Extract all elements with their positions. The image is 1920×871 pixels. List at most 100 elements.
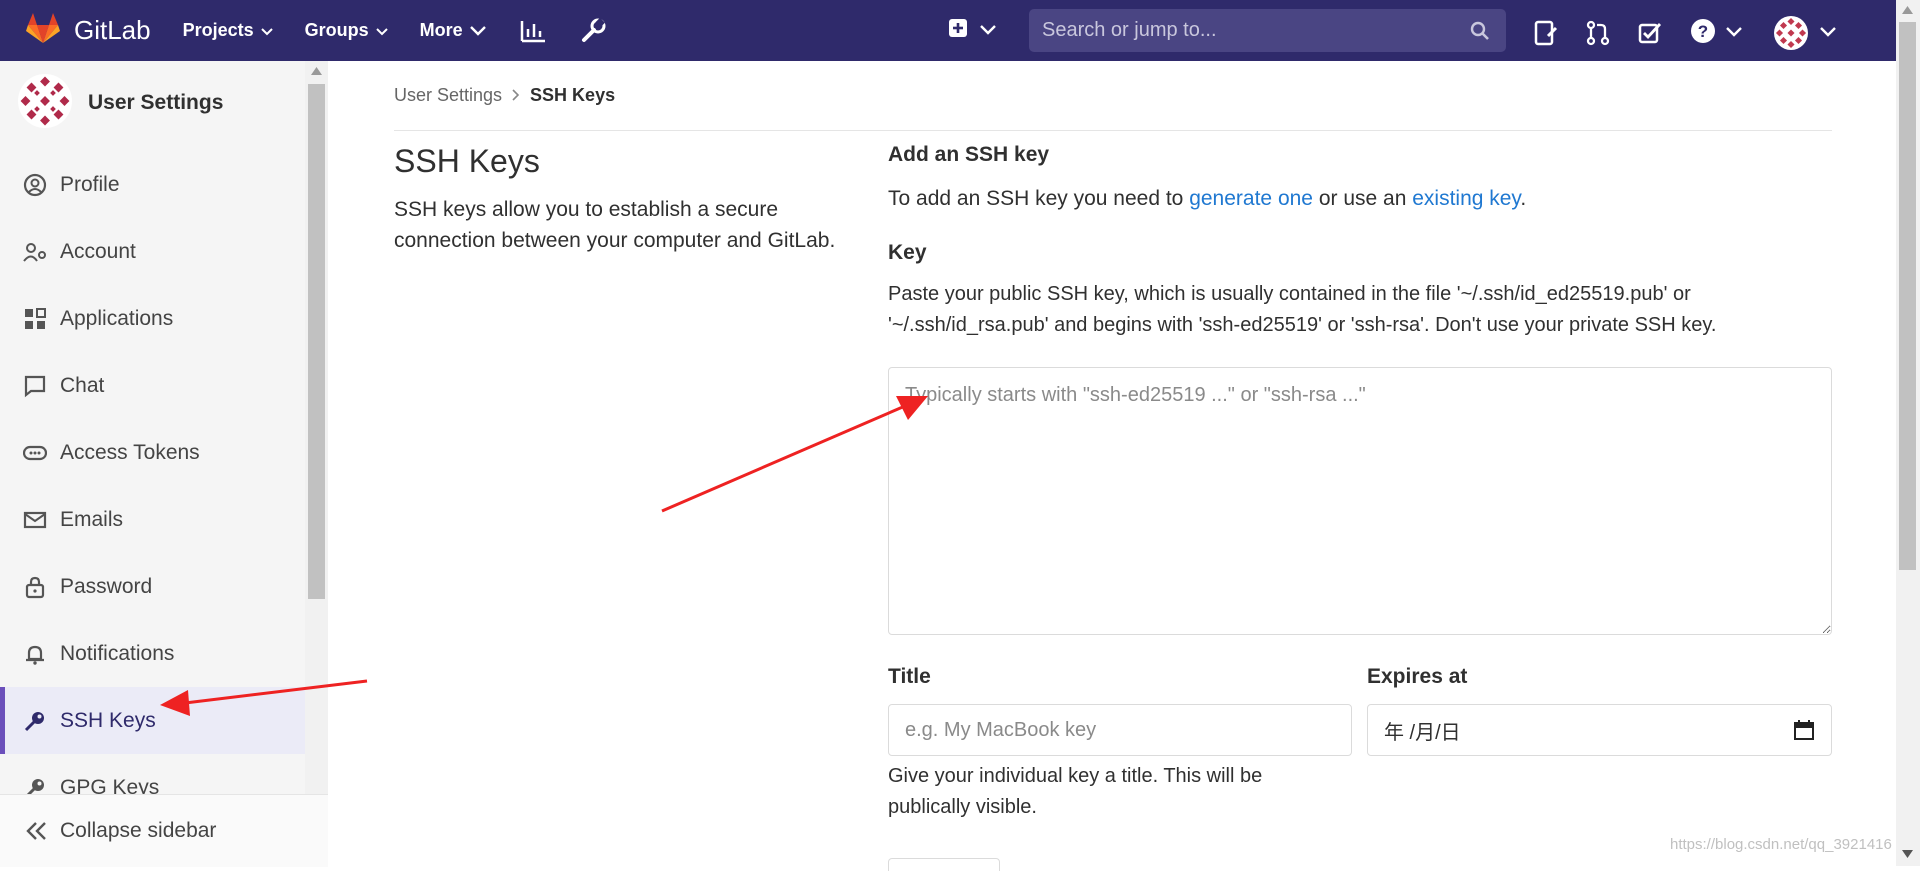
expires-date-input[interactable]: 年 /月/日 <box>1367 704 1832 756</box>
key-help-line: Paste your public SSH key, which is usua… <box>888 283 1691 305</box>
expires-date-placeholder: 年 /月/日 <box>1384 721 1461 744</box>
sidebar-item-emails[interactable]: Emails <box>0 486 305 553</box>
chevron-down-icon <box>260 20 273 41</box>
top-navbar: GitLab Projects Groups More Search or ju… <box>0 0 1896 61</box>
profile-icon <box>22 173 48 197</box>
nav-groups-label: Groups <box>304 20 369 40</box>
key-icon <box>22 709 48 733</box>
settings-sidebar: User Settings Profile Account Applicatio… <box>0 61 306 866</box>
sidebar-item-password[interactable]: Password <box>0 553 305 620</box>
title-label: Title <box>888 665 931 688</box>
breadcrumb-chevron-icon <box>512 85 520 106</box>
sidebar-item-notifications[interactable]: Notifications <box>0 620 305 687</box>
search-input[interactable] <box>1029 18 1470 43</box>
gitlab-logo-icon <box>26 12 60 49</box>
page-scrollbar[interactable] <box>1896 0 1920 866</box>
search-box[interactable] <box>1029 9 1506 52</box>
scroll-up-arrow-icon[interactable] <box>311 67 322 75</box>
sidebar-item-access-tokens[interactable]: Access Tokens <box>0 419 305 486</box>
account-icon <box>22 240 48 264</box>
add-key-form: Add an SSH key To add an SSH key you nee… <box>888 143 1832 341</box>
watermark-text: https://blog.csdn.net/qq_3921416 <box>1670 836 1892 853</box>
svg-text:?: ? <box>1698 22 1708 41</box>
nav-projects[interactable]: Projects <box>183 20 273 41</box>
collapse-sidebar-label: Collapse sidebar <box>60 819 217 842</box>
sidebar-item-label: SSH Keys <box>60 708 156 732</box>
title-help-text: Give your individual key a title. This w… <box>888 761 1358 823</box>
sidebar-item-label: Profile <box>60 172 120 196</box>
breadcrumb-current: SSH Keys <box>530 85 616 105</box>
title-help-line: publically visible. <box>888 796 1037 818</box>
applications-icon <box>22 307 48 331</box>
title-help-line: Give your individual key a title. This w… <box>888 765 1263 787</box>
calendar-icon[interactable] <box>1793 719 1815 741</box>
mail-icon <box>22 508 48 532</box>
sidebar-item-label: Access Tokens <box>60 440 200 464</box>
gitlab-brand[interactable]: GitLab <box>26 12 151 49</box>
generate-one-link[interactable]: generate one <box>1189 187 1313 210</box>
sidebar-item-label: Emails <box>60 507 124 531</box>
sidebar-item-label: Chat <box>60 373 105 397</box>
add-key-intro: To add an SSH key you need to generate o… <box>888 187 1832 211</box>
sidebar-item-account[interactable]: Account <box>0 218 305 285</box>
chevron-down-icon <box>469 20 486 41</box>
nav-projects-label: Projects <box>182 20 254 40</box>
scroll-up-arrow-icon[interactable] <box>1902 6 1913 14</box>
breadcrumb: User Settings SSH Keys <box>394 85 615 106</box>
collapse-sidebar-button[interactable]: Collapse sidebar <box>0 794 328 867</box>
sidebar-scroll-thumb[interactable] <box>308 84 325 599</box>
sidebar-item-label: Account <box>60 239 136 263</box>
key-help-text: Paste your public SSH key, which is usua… <box>888 279 1832 341</box>
ssh-key-textarea[interactable] <box>888 367 1832 635</box>
breadcrumb-divider <box>394 130 1832 131</box>
user-menu-dropdown[interactable] <box>1774 16 1836 50</box>
sidebar-item-ssh-keys[interactable]: SSH Keys <box>0 687 305 754</box>
page-scroll-thumb[interactable] <box>1899 22 1916 570</box>
search-icon[interactable] <box>1470 21 1490 41</box>
lock-icon <box>22 575 48 599</box>
new-item-dropdown[interactable] <box>948 18 996 43</box>
breadcrumb-parent[interactable]: User Settings <box>394 85 502 106</box>
key-title-input[interactable] <box>888 704 1352 756</box>
navbar-right-icons: ? <box>1534 16 1864 50</box>
sidebar-item-label: Applications <box>60 306 174 330</box>
sidebar-header[interactable]: User Settings <box>0 61 305 145</box>
key-label: Key <box>888 241 927 264</box>
intro-prefix: To add an SSH key you need to <box>888 187 1190 210</box>
sidebar-item-label: Notifications <box>60 641 175 665</box>
sidebar-item-chat[interactable]: Chat <box>0 352 305 419</box>
wrench-icon[interactable] <box>580 17 606 44</box>
intro-middle: or use an <box>1312 187 1413 210</box>
sidebar-item-label: Password <box>60 574 153 598</box>
activity-chart-icon[interactable] <box>520 19 546 43</box>
issues-icon[interactable] <box>1534 20 1558 46</box>
help-dropdown[interactable]: ? <box>1690 18 1742 49</box>
section-intro: SSH Keys SSH keys allow you to establish… <box>394 143 844 256</box>
existing-key-link[interactable]: existing key <box>1412 187 1520 210</box>
chevron-down-icon <box>375 20 388 41</box>
nav-groups[interactable]: Groups <box>305 20 388 41</box>
sidebar-title: User Settings <box>88 91 224 114</box>
chevron-down-icon <box>1820 24 1836 42</box>
merge-requests-icon[interactable] <box>1586 20 1610 46</box>
brand-name: GitLab <box>74 15 151 45</box>
key-help-line: '~/.ssh/id_rsa.pub' and begins with 'ssh… <box>888 314 1717 336</box>
bell-icon <box>22 642 48 666</box>
sidebar-item-applications[interactable]: Applications <box>0 285 305 352</box>
chevron-down-icon <box>980 22 996 40</box>
token-icon <box>22 441 48 465</box>
todo-checkbox-icon[interactable] <box>1638 21 1662 45</box>
intro-suffix: . <box>1520 187 1527 210</box>
scroll-down-arrow-icon[interactable] <box>1902 850 1913 858</box>
page-title: SSH Keys <box>394 143 540 179</box>
plus-square-icon <box>948 18 968 43</box>
section-description: SSH keys allow you to establish a secure… <box>394 198 836 252</box>
nav-more[interactable]: More <box>420 20 486 41</box>
add-key-heading: Add an SSH key <box>888 143 1050 166</box>
chevron-down-icon <box>1726 24 1742 42</box>
add-key-button-partial[interactable] <box>888 858 1000 871</box>
sidebar-item-profile[interactable]: Profile <box>0 151 305 218</box>
chat-icon <box>22 374 48 398</box>
user-avatar <box>1774 16 1808 50</box>
sidebar-scrollbar[interactable] <box>305 61 328 866</box>
